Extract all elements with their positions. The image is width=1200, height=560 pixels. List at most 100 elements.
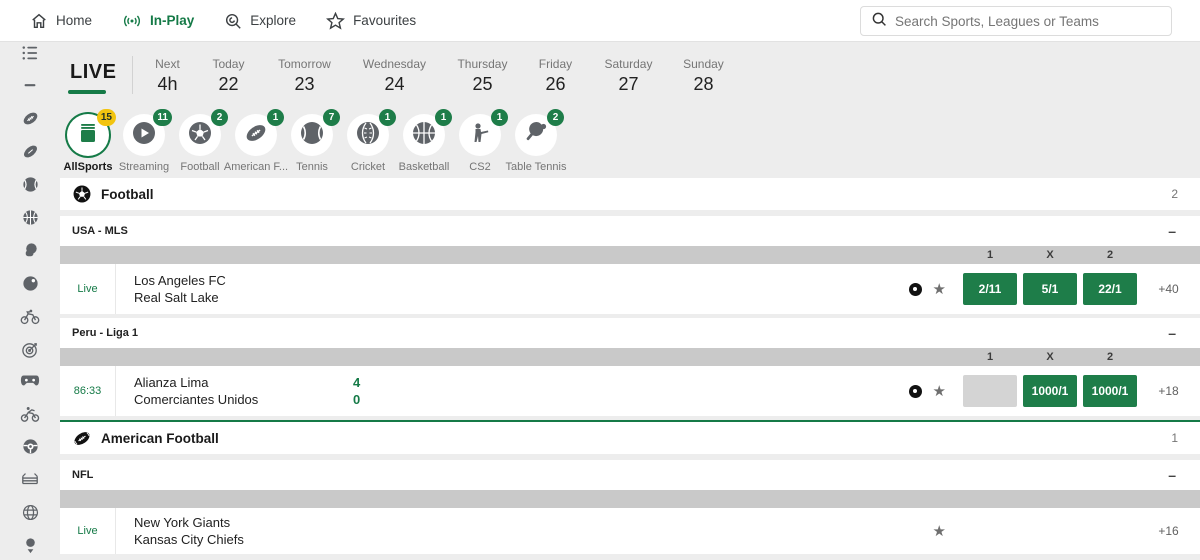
- tab-tomorrow[interactable]: Tomorrow 23: [261, 55, 347, 95]
- favourite-star-icon[interactable]: ★: [933, 524, 946, 539]
- menu-list-icon[interactable]: [20, 45, 40, 61]
- tab-live[interactable]: LIVE: [68, 57, 118, 94]
- chip-football[interactable]: 2 Football: [172, 108, 228, 173]
- collapse-icon[interactable]: –: [1168, 223, 1176, 239]
- sport-header-football[interactable]: Football 2: [60, 178, 1200, 210]
- favourite-star-icon[interactable]: ★: [933, 282, 946, 297]
- chip-basketball[interactable]: 1 Basketball: [396, 108, 452, 173]
- match-row-alianza-comerciantes[interactable]: 86:33 Alianza Lima Comerciantes Unidos 4…: [60, 366, 1200, 416]
- sport-count: 2: [1171, 187, 1178, 201]
- odds-button-away[interactable]: 1000/1: [1083, 375, 1137, 407]
- bowls-icon[interactable]: [20, 274, 40, 292]
- match-teams: Alianza Lima Comerciantes Unidos: [116, 366, 258, 416]
- boxing-ring-icon[interactable]: [20, 470, 40, 488]
- match-teams: Los Angeles FC Real Salt Lake: [116, 264, 226, 314]
- match-status: Live: [60, 508, 116, 554]
- tab-friday[interactable]: Friday 26: [523, 55, 587, 95]
- league-name: Peru - Liga 1: [72, 327, 139, 339]
- tab-saturday[interactable]: Saturday 27: [587, 55, 669, 95]
- collapse-icon[interactable]: –: [1168, 467, 1176, 483]
- top-navigation-bar: Home In-Play Explore Favourites: [0, 0, 1200, 42]
- home-team: Los Angeles FC: [134, 273, 226, 288]
- favourites-star-icon: [326, 11, 346, 30]
- more-markets-link[interactable]: +18: [1143, 384, 1194, 398]
- sport-filter-chips: 15 AllSports 11 Streaming 2 Football 1 A…: [60, 108, 1200, 178]
- search-box[interactable]: [860, 6, 1172, 36]
- nav-item-home[interactable]: Home: [30, 12, 92, 30]
- chip-cs2[interactable]: 1 CS2: [452, 108, 508, 173]
- home-team: Alianza Lima: [134, 375, 209, 390]
- section-football: Football 2: [60, 178, 1200, 210]
- odds-column-header: 1 X 2: [60, 348, 1200, 366]
- basketball-icon[interactable]: [20, 208, 40, 226]
- nav-item-explore[interactable]: Explore: [224, 12, 296, 30]
- tab-sunday[interactable]: Sunday 28: [669, 55, 737, 95]
- inplay-broadcast-icon: [122, 13, 142, 29]
- home-icon: [30, 12, 48, 30]
- steering-wheel-icon[interactable]: [20, 437, 40, 455]
- tab-thursday[interactable]: Thursday 25: [441, 55, 523, 95]
- tennis-icon: [299, 120, 325, 151]
- favourite-star-icon[interactable]: ★: [933, 384, 946, 399]
- match-row-giants-chiefs[interactable]: Live New York Giants Kansas City Chiefs …: [60, 508, 1200, 554]
- away-team: Real Salt Lake: [134, 290, 219, 305]
- away-team: Kansas City Chiefs: [134, 532, 244, 547]
- live-stream-icon[interactable]: [908, 384, 922, 398]
- tennis-icon[interactable]: [20, 175, 40, 193]
- league-header-usa-mls[interactable]: USA - MLS –: [60, 216, 1200, 246]
- odds-button-draw[interactable]: 1000/1: [1023, 375, 1077, 407]
- live-stream-icon[interactable]: [908, 282, 922, 296]
- chip-table-tennis[interactable]: 2 Table Tennis: [506, 108, 566, 173]
- tab-next-4h[interactable]: Next 4h: [139, 55, 195, 95]
- esports-icon[interactable]: [20, 373, 40, 389]
- darts-icon[interactable]: [20, 340, 40, 358]
- match-row-lafc-rsl[interactable]: Live Los Angeles FC Real Salt Lake ★ 2/1…: [60, 264, 1200, 314]
- search-input[interactable]: [895, 13, 1161, 29]
- chip-american-football[interactable]: 1 American F...: [224, 108, 288, 173]
- league-header-peru-liga1[interactable]: Peru - Liga 1 –: [60, 318, 1200, 348]
- nav-item-label: Explore: [250, 13, 297, 28]
- league-block-usa-mls: USA - MLS – 1 X 2 Live Los Angeles FC Re…: [60, 216, 1200, 314]
- tab-wednesday[interactable]: Wednesday 24: [347, 55, 441, 95]
- chip-count-badge: 7: [323, 109, 340, 126]
- tab-divider: [132, 56, 134, 94]
- collapse-dash-icon[interactable]: [20, 76, 40, 94]
- collapse-icon[interactable]: –: [1168, 325, 1176, 341]
- table-tennis-icon: [523, 120, 549, 151]
- golf-icon[interactable]: [20, 536, 40, 554]
- rugby-icon[interactable]: [20, 142, 40, 160]
- motorcycling-icon[interactable]: [20, 404, 40, 422]
- sports-sidebar: [0, 43, 60, 560]
- chip-tennis[interactable]: 7 Tennis: [284, 108, 340, 173]
- chip-count-badge: 2: [547, 109, 564, 126]
- odds-cluster: ★ 2/11 5/1 22/1 +40: [908, 264, 1200, 314]
- match-teams: New York Giants Kansas City Chiefs: [116, 508, 244, 554]
- more-markets-link[interactable]: +40: [1143, 282, 1194, 296]
- explore-magnifier-icon: [224, 12, 242, 30]
- odds-cluster: ★ 1000/1 1000/1 +18: [908, 366, 1200, 416]
- nav-item-label: Home: [56, 13, 93, 28]
- american-football-icon[interactable]: [20, 109, 40, 127]
- main-content: LIVE Next 4h Today 22 Tomorrow 23 Wednes…: [60, 42, 1200, 554]
- odds-button-away[interactable]: 22/1: [1083, 273, 1137, 305]
- nav-item-favourites[interactable]: Favourites: [326, 11, 416, 30]
- tab-today[interactable]: Today 22: [195, 55, 261, 95]
- internet-games-icon[interactable]: [20, 503, 40, 521]
- nav-item-in-play[interactable]: In-Play: [122, 13, 194, 29]
- home-team: New York Giants: [134, 515, 231, 530]
- boxing-icon[interactable]: [20, 241, 40, 259]
- sport-header-american-football[interactable]: American Football 1: [60, 422, 1200, 454]
- odds-button-home[interactable]: 2/11: [963, 273, 1017, 305]
- odds-button-draw[interactable]: 5/1: [1023, 273, 1077, 305]
- more-markets-link[interactable]: +16: [1143, 524, 1194, 538]
- match-score: 4 0: [353, 366, 360, 416]
- chip-all-sports[interactable]: 15 AllSports: [60, 108, 116, 173]
- chip-streaming[interactable]: 11 Streaming: [116, 108, 172, 173]
- league-header-nfl[interactable]: NFL –: [60, 460, 1200, 490]
- chip-cricket[interactable]: 1 Cricket: [340, 108, 396, 173]
- league-name: NFL: [72, 469, 94, 481]
- match-clock: 86:33: [60, 366, 116, 416]
- chip-count-badge: 1: [267, 109, 284, 126]
- basketball-icon: [411, 120, 437, 151]
- cycling-icon[interactable]: [20, 307, 40, 325]
